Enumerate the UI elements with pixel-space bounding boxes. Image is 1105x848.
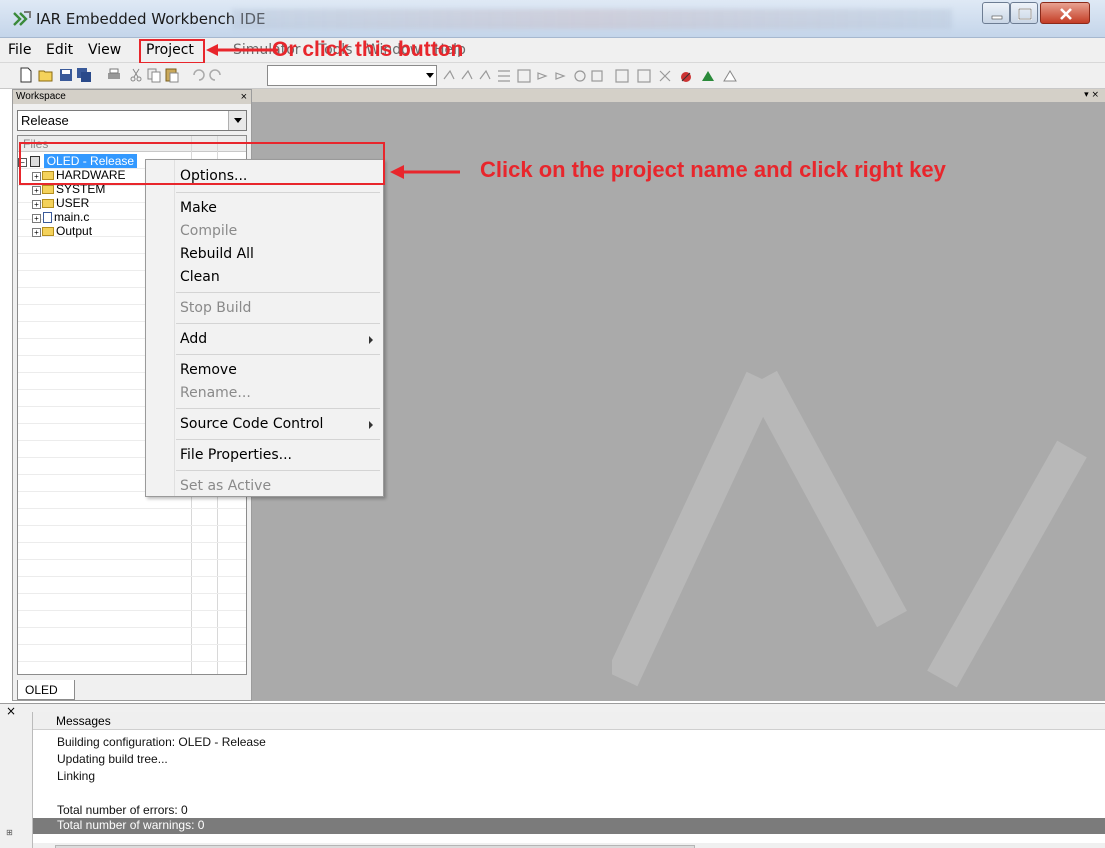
undo-icon[interactable] <box>190 67 206 83</box>
menu-separator <box>176 439 380 440</box>
submenu-arrow-icon <box>369 421 373 429</box>
menu-item-stop-build: Stop Build <box>180 300 252 316</box>
tree-item-label: Output <box>56 224 93 238</box>
messages-header: Messages <box>33 712 1105 730</box>
expand-icon[interactable]: + <box>32 186 41 195</box>
message-line: Updating build tree... <box>57 752 168 766</box>
folder-icon <box>42 227 54 236</box>
submenu-arrow-icon <box>369 336 373 344</box>
configuration-select[interactable]: Release <box>17 110 247 131</box>
pin-tab-icon[interactable]: ⊞ <box>6 828 20 846</box>
cut-icon[interactable] <box>128 67 144 83</box>
menu-item-compile: Compile <box>180 223 238 239</box>
editor-header: ▾ × <box>252 89 1105 102</box>
menu-separator <box>176 470 380 471</box>
paste-icon[interactable] <box>164 67 180 83</box>
tree-item-file[interactable]: + main.c <box>22 210 89 224</box>
menu-gutter <box>174 160 175 496</box>
close-window-button[interactable] <box>1040 2 1090 24</box>
debug-toolbar-icons[interactable] <box>440 67 780 85</box>
message-line: Linking <box>57 769 96 783</box>
project-highlight-box <box>19 142 385 185</box>
message-line-selected[interactable]: Total number of warnings: 0 <box>33 818 1105 834</box>
menu-item-clean[interactable]: Clean <box>180 269 220 285</box>
menu-item-add[interactable]: Add <box>180 331 207 347</box>
menu-hint-arrow <box>206 44 278 56</box>
menu-item-rename: Rename... <box>180 385 251 401</box>
menu-separator <box>176 408 380 409</box>
context-menu: Options... Make Compile Rebuild All Clea… <box>145 159 384 497</box>
project-hint-text: Click on the project name and click righ… <box>480 157 946 182</box>
configuration-value: Release <box>21 113 69 128</box>
menu-item-rebuild-all[interactable]: Rebuild All <box>180 246 254 262</box>
c-file-icon <box>43 212 52 223</box>
horizontal-scrollbar[interactable] <box>33 843 1105 848</box>
messages-pane: × Messages Building configuration: OLED … <box>0 703 1105 848</box>
menu-separator <box>176 192 380 193</box>
menu-item-remove[interactable]: Remove <box>180 362 237 378</box>
print-icon[interactable] <box>106 67 122 83</box>
save-icon[interactable] <box>58 67 74 83</box>
watermark-logo <box>612 370 1087 688</box>
tree-item-label: main.c <box>54 210 90 224</box>
menu-view[interactable]: View <box>88 42 121 58</box>
workspace-header: Workspace × <box>13 90 251 104</box>
menu-item-file-properties[interactable]: File Properties... <box>180 447 292 463</box>
open-icon[interactable] <box>38 67 54 83</box>
expand-icon[interactable]: + <box>32 214 41 223</box>
menu-separator <box>176 354 380 355</box>
tab-oled[interactable]: OLED <box>17 680 75 700</box>
project-menu-highlight-box <box>139 39 205 64</box>
menu-edit[interactable]: Edit <box>46 42 73 58</box>
copy-icon[interactable] <box>146 67 162 83</box>
title-bar: IAR Embedded Workbench IDE <box>0 0 1105 38</box>
folder-icon <box>42 199 54 208</box>
message-line: Building configuration: OLED - Release <box>57 735 266 749</box>
expand-icon[interactable]: + <box>32 200 41 209</box>
tree-item-folder[interactable]: + USER <box>22 196 89 210</box>
menu-file[interactable]: File <box>8 42 31 58</box>
close-icon <box>1060 8 1072 20</box>
messages-list: Messages Building configuration: OLED - … <box>32 712 1105 848</box>
redo-icon[interactable] <box>208 67 224 83</box>
save-all-icon[interactable] <box>76 67 92 83</box>
menu-separator <box>176 292 380 293</box>
new-file-icon[interactable] <box>18 67 34 83</box>
menu-hint-text: Or click this button <box>272 38 464 61</box>
tree-item-label: USER <box>56 196 90 210</box>
menu-separator <box>176 323 380 324</box>
menu-item-make[interactable]: Make <box>180 200 217 216</box>
chevron-down-icon <box>426 73 434 78</box>
close-icon[interactable]: × <box>241 90 247 104</box>
workspace-title: Workspace <box>16 91 66 102</box>
folder-icon <box>42 185 54 194</box>
message-line: Total number of errors: 0 <box>57 803 188 817</box>
find-combo[interactable] <box>267 65 437 86</box>
close-icon[interactable]: ▾ × <box>1084 89 1099 102</box>
menu-item-set-as-active: Set as Active <box>180 478 272 494</box>
tree-item-folder[interactable]: + Output <box>22 224 92 238</box>
expand-icon[interactable]: + <box>32 228 41 237</box>
minimize-button[interactable] <box>982 2 1010 24</box>
menu-item-source-code-control[interactable]: Source Code Control <box>180 416 323 432</box>
close-icon[interactable]: × <box>6 704 16 718</box>
minimize-icon <box>991 15 1003 20</box>
maximize-button[interactable] <box>1010 2 1038 24</box>
iar-app-icon <box>13 11 31 26</box>
project-hint-arrow <box>390 165 460 179</box>
toolbar <box>0 63 1105 89</box>
blurred-taskbar-area <box>232 9 952 29</box>
maximize-icon <box>1018 8 1032 20</box>
chevron-down-icon[interactable] <box>228 111 246 130</box>
